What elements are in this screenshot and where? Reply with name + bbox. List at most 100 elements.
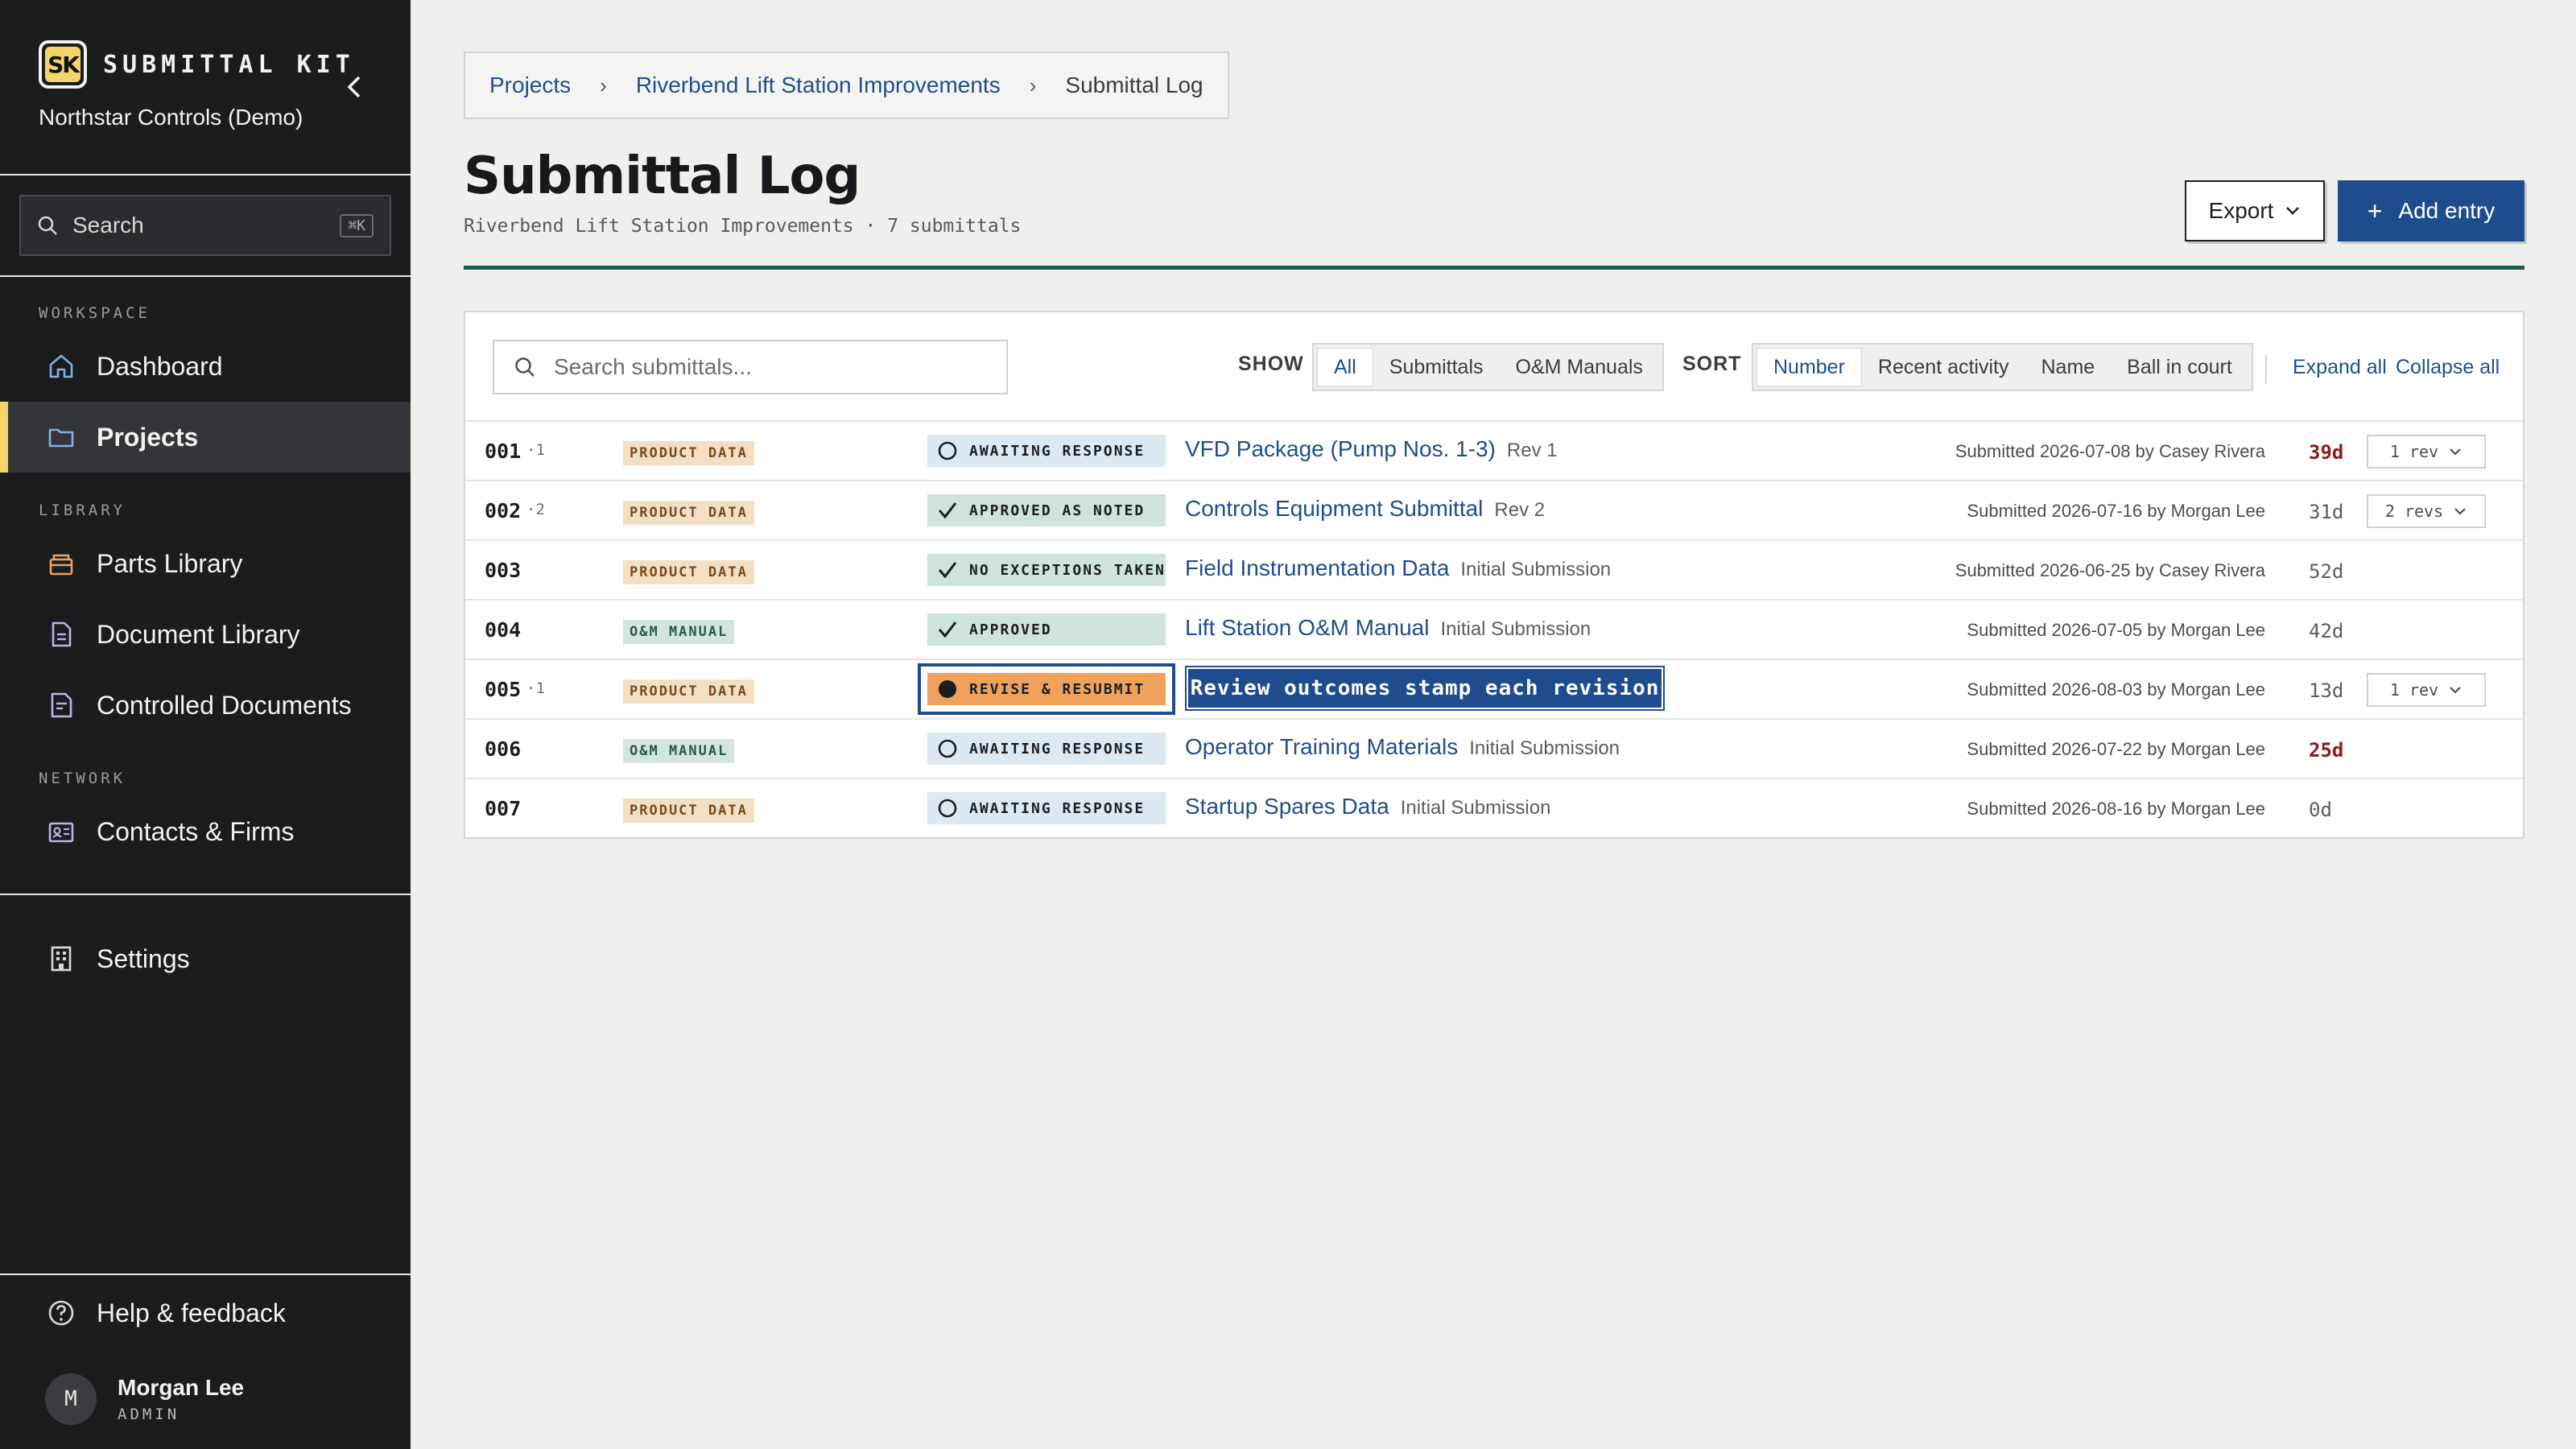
brand-logo-icon: SK: [39, 40, 87, 89]
global-search-input[interactable]: Search ⌘K: [19, 195, 391, 256]
title-rule: [464, 266, 2524, 270]
submittal-number: 001: [485, 440, 522, 463]
collapse-all-link[interactable]: Collapse all: [2396, 356, 2500, 379]
add-entry-button[interactable]: + Add entry: [2338, 180, 2524, 242]
collapse-sidebar-button[interactable]: [338, 71, 370, 103]
submittal-title[interactable]: VFD Package (Pump Nos. 1-3) Rev 1: [1185, 436, 1558, 462]
page-subtitle: Riverbend Lift Station Improvements · 7 …: [464, 216, 1022, 237]
breadcrumb-projects[interactable]: Projects: [489, 72, 571, 98]
status-badge[interactable]: AWAITING RESPONSE: [927, 733, 1166, 765]
table-row[interactable]: 002 ·2 PRODUCT DATA APPROVED AS NOTED Co…: [465, 481, 2523, 541]
rev-label: Initial Submission: [1400, 797, 1551, 819]
sidebar-item-parts-library[interactable]: Parts Library: [0, 528, 411, 599]
sidebar-item-document-library[interactable]: Document Library: [0, 599, 411, 670]
sidebar-item-projects[interactable]: Projects: [0, 402, 411, 473]
sort-name[interactable]: Name: [2025, 348, 2111, 386]
toolbar-divider: [2265, 354, 2267, 383]
open-circle-icon: [937, 798, 958, 819]
age-days: 52d: [2309, 560, 2344, 583]
table-row[interactable]: 001 ·1 PRODUCT DATA AWAITING RESPONSE VF…: [465, 422, 2523, 481]
show-label: SHOW: [1238, 353, 1304, 375]
sort-number[interactable]: Number: [1757, 348, 1862, 386]
help-icon: [45, 1297, 77, 1329]
export-label: Export: [2208, 198, 2274, 223]
search-label: Search: [72, 213, 144, 237]
table-row[interactable]: 007 PRODUCT DATA AWAITING RESPONSE Start…: [465, 779, 2523, 839]
status-badge[interactable]: NO EXCEPTIONS TAKEN: [927, 554, 1166, 586]
submittal-title[interactable]: Operator Training Materials Initial Submi…: [1185, 734, 1620, 760]
filter-submittals[interactable]: Submittals: [1373, 348, 1500, 386]
submitted-meta: Submitted 2026-08-03 by Morgan Lee: [1967, 679, 2265, 700]
document-icon: [45, 618, 77, 650]
section-label-network: NETWORK: [39, 770, 126, 787]
submittal-title[interactable]: Field Instrumentation Data Initial Submis…: [1185, 555, 1611, 581]
status-text: APPROVED: [969, 621, 1052, 638]
revisions-dropdown[interactable]: 2 revs: [2367, 494, 2486, 528]
checkmark-icon: [937, 559, 958, 580]
expand-all-link[interactable]: Expand all: [2293, 356, 2387, 379]
brand-name: SUBMITTAL KIT: [103, 50, 355, 79]
section-label-library: LIBRARY: [39, 502, 126, 519]
sidebar-item-label: Contacts & Firms: [97, 816, 295, 846]
breadcrumb-project[interactable]: Riverbend Lift Station Improvements: [636, 72, 1001, 98]
open-circle-icon: [937, 738, 958, 759]
org-name: Northstar Controls (Demo): [39, 105, 303, 130]
sidebar-item-label: Help & feedback: [97, 1298, 286, 1327]
table-row[interactable]: 004 O&M MANUAL APPROVED Lift Station O&M…: [465, 601, 2523, 660]
submittal-search-input[interactable]: Search submittals...: [493, 340, 1008, 394]
log-toolbar: Search submittals... SHOW All Submittals…: [465, 312, 2523, 422]
status-text: AWAITING RESPONSE: [969, 740, 1146, 758]
sidebar-divider: [0, 894, 411, 895]
export-button[interactable]: Export: [2185, 180, 2325, 242]
open-circle-icon: [937, 440, 958, 461]
sidebar-item-help-feedback[interactable]: Help & feedback: [0, 1278, 411, 1348]
age-days: 42d: [2309, 620, 2344, 642]
status-badge[interactable]: APPROVED: [927, 613, 1166, 646]
sidebar-item-dashboard[interactable]: Dashboard: [0, 331, 411, 402]
filter-om-manuals[interactable]: O&M Manuals: [1500, 348, 1659, 386]
submitted-meta: Submitted 2026-07-08 by Casey Rivera: [1955, 441, 2265, 461]
sort-ball-in-court[interactable]: Ball in court: [2111, 348, 2248, 386]
chevron-down-icon: [2454, 508, 2466, 515]
sidebar-item-label: Document Library: [97, 619, 300, 649]
revisions-label: 1 rev: [2389, 680, 2439, 700]
sidebar-item-settings[interactable]: Settings: [0, 923, 411, 994]
sidebar-item-contacts-firms[interactable]: Contacts & Firms: [0, 796, 411, 867]
table-row[interactable]: 003 PRODUCT DATA NO EXCEPTIONS TAKEN Fie…: [465, 541, 2523, 601]
search-icon: [38, 216, 57, 235]
table-row[interactable]: 006 O&M MANUAL AWAITING RESPONSE Operato…: [465, 720, 2523, 779]
chevron-right-icon: ›: [600, 72, 607, 97]
sort-recent-activity[interactable]: Recent activity: [1862, 348, 2025, 386]
sidebar-item-controlled-documents[interactable]: Controlled Documents: [0, 670, 411, 741]
revisions-dropdown[interactable]: 1 rev: [2367, 673, 2486, 707]
submittal-title[interactable]: Startup Spares Data Initial Submission: [1185, 794, 1550, 819]
folder-icon: [45, 421, 77, 453]
status-badge[interactable]: REVISE & RESUBMIT: [927, 673, 1166, 705]
title-text: Lift Station O&M Manual: [1185, 615, 1430, 640]
avatar: M: [45, 1373, 97, 1425]
contact-card-icon: [45, 815, 77, 848]
submittal-number: 003: [485, 559, 522, 582]
submittal-title[interactable]: Lift Station O&M Manual Initial Submissio…: [1185, 615, 1591, 641]
revisions-dropdown[interactable]: 1 rev: [2367, 435, 2486, 469]
status-text: AWAITING RESPONSE: [969, 799, 1146, 817]
chevron-down-icon: [2450, 448, 2461, 456]
status-badge[interactable]: AWAITING RESPONSE: [927, 435, 1166, 467]
submittal-title[interactable]: Controls Equipment Submittal Rev 2: [1185, 496, 1545, 522]
show-filter: All Submittals O&M Manuals: [1312, 343, 1664, 391]
revision-count: ·1: [526, 679, 545, 697]
page-title: Submittal Log: [464, 147, 861, 206]
breadcrumb: Projects › Riverbend Lift Station Improv…: [464, 52, 1229, 119]
user-name: Morgan Lee: [118, 1375, 245, 1400]
status-badge[interactable]: AWAITING RESPONSE: [927, 792, 1166, 824]
age-days: 0d: [2309, 799, 2332, 821]
age-days: 13d: [2309, 679, 2344, 702]
search-placeholder: Search submittals...: [554, 354, 752, 379]
submittal-log-panel: Search submittals... SHOW All Submittals…: [464, 311, 2524, 839]
user-profile[interactable]: M Morgan Lee ADMIN: [45, 1373, 244, 1425]
submittal-number: 005: [485, 678, 522, 701]
status-badge[interactable]: APPROVED AS NOTED: [927, 494, 1166, 526]
filter-all[interactable]: All: [1317, 348, 1373, 386]
brand[interactable]: SK SUBMITTAL KIT: [39, 40, 355, 89]
sidebar-divider: [0, 174, 411, 175]
